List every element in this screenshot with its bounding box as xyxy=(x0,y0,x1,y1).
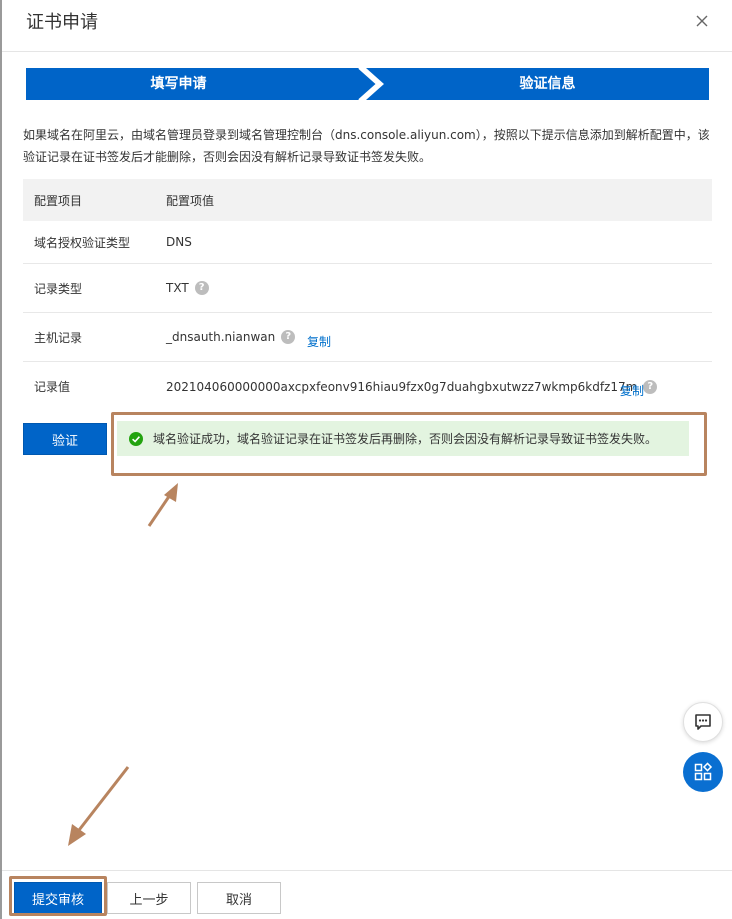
question-circle-icon[interactable]: ? xyxy=(194,281,209,295)
row-key: 主机记录 xyxy=(34,330,83,345)
row-key: 记录值 xyxy=(34,380,71,394)
submit-review-button[interactable]: 提交审核 xyxy=(14,882,102,914)
chat-bubble-icon[interactable] xyxy=(683,702,723,742)
host-record-value: _dnsauth.nianwan xyxy=(166,330,276,344)
row-value: DNS xyxy=(166,221,192,263)
record-value-text: 202104060000000axcpxfeonv916hiau9fzx0g7d… xyxy=(166,379,638,394)
row-value-text: TXT xyxy=(166,281,189,295)
verification-success-alert: 域名验证成功，域名验证记录在证书签发后再删除，否则会因没有解析记录导致证书签发失… xyxy=(117,421,689,456)
annotation-arrow-icon xyxy=(147,483,178,527)
dialog-header: 证书申请 xyxy=(2,0,732,52)
row-value: TXT ? xyxy=(166,264,209,312)
row-value: _dnsauth.nianwan ? xyxy=(166,313,296,361)
question-circle-icon[interactable]: ? xyxy=(643,379,658,394)
row-value-text: DNS xyxy=(166,235,192,249)
dns-config-table: 配置项目 配置项值 域名授权验证类型 DNS 记录类型 TXT ? 主机记录 _… xyxy=(23,179,712,411)
copy-record-value-link[interactable]: 复制 xyxy=(620,362,644,411)
step-verify-info: 验证信息 xyxy=(519,76,576,92)
check-circle-icon xyxy=(129,431,143,446)
close-icon[interactable] xyxy=(694,13,710,29)
cancel-button[interactable]: 取消 xyxy=(197,882,281,914)
dialog-footer: 提交审核 上一步 取消 xyxy=(2,870,732,919)
verify-button[interactable]: 验证 xyxy=(23,423,107,455)
dns-notice-text: 如果域名在阿里云，由域名管理员登录到域名管理控制台（dns.console.al… xyxy=(23,128,710,164)
table-row: 域名授权验证类型 DNS xyxy=(23,221,712,264)
table-row: 记录类型 TXT ? xyxy=(23,264,712,313)
previous-step-button[interactable]: 上一步 xyxy=(107,882,191,914)
success-message: 域名验证成功，域名验证记录在证书签发后再删除，否则会因没有解析记录导致证书签发失… xyxy=(153,432,658,446)
apps-grid-icon[interactable] xyxy=(683,752,723,792)
table-header-row: 配置项目 配置项值 xyxy=(23,179,712,221)
copy-host-record-link[interactable]: 复制 xyxy=(307,313,331,361)
row-key: 域名授权验证类型 xyxy=(34,235,131,250)
step-progress: 填写申请 验证信息 xyxy=(26,68,709,100)
table-row: 主机记录 _dnsauth.nianwan ? 复制 xyxy=(23,313,712,362)
step-fill-application: 填写申请 xyxy=(150,76,207,92)
table-row: 记录值 202104060000000axcpxfeonv916hiau9fzx… xyxy=(23,362,712,411)
page-left-edge xyxy=(0,0,2,919)
header-config-item: 配置项目 xyxy=(34,193,83,208)
row-key: 记录类型 xyxy=(34,281,83,296)
annotation-arrow-icon xyxy=(68,766,130,846)
dialog-title: 证书申请 xyxy=(26,12,98,33)
question-circle-icon[interactable]: ? xyxy=(281,330,296,344)
header-config-value: 配置项值 xyxy=(166,193,215,208)
row-value: 202104060000000axcpxfeonv916hiau9fzx0g7d… xyxy=(166,362,658,411)
